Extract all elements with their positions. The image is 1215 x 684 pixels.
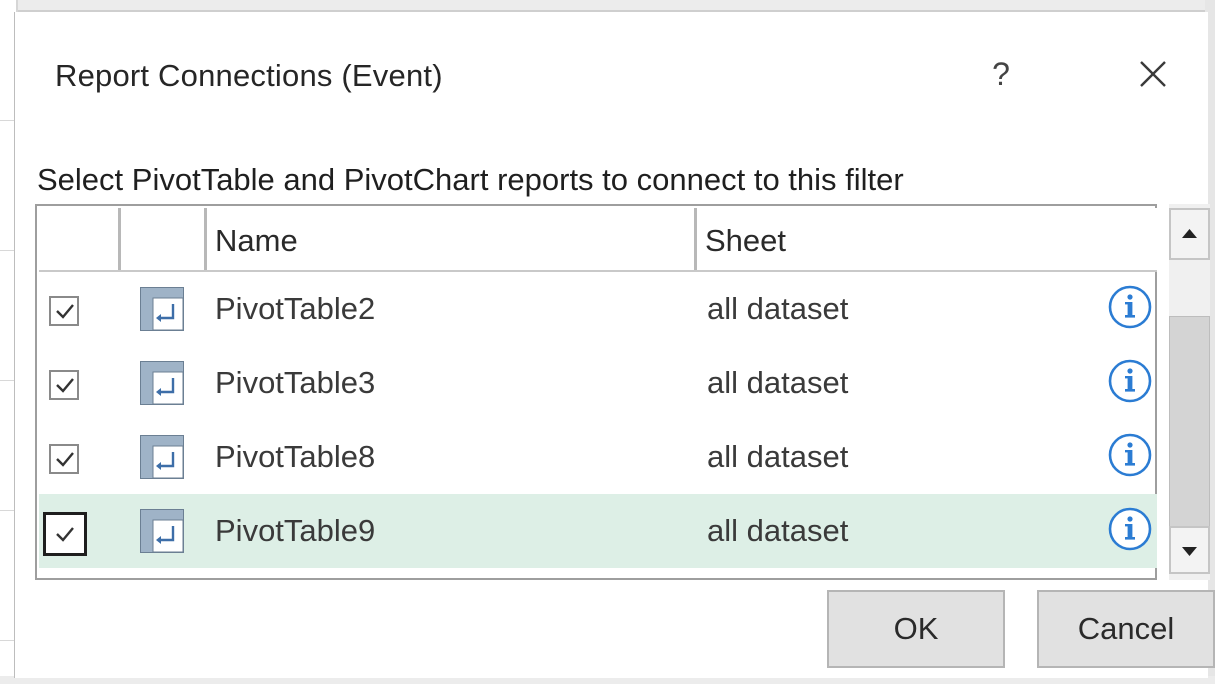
cancel-button[interactable]: Cancel [1037,590,1215,668]
pivot-name: PivotTable9 [215,513,376,548]
close-button[interactable] [1133,54,1173,94]
checkmark-icon [56,304,74,319]
header-sheet[interactable]: Sheet [697,208,1151,270]
info-icon[interactable] [1107,506,1153,552]
ok-button[interactable]: OK [827,590,1005,668]
checkmark-icon [56,378,74,393]
info-icon[interactable] [1107,432,1153,478]
list-header: Name Sheet [39,208,1157,272]
pivot-name: PivotTable8 [215,439,376,474]
row-gridline [0,120,14,121]
info-icon[interactable] [1107,284,1153,330]
checkmark-icon [56,452,74,467]
checkmark-icon [56,527,74,542]
list-item-pivottable3[interactable]: PivotTable3 all dataset [39,346,1157,420]
vertical-scrollbar[interactable] [1169,204,1210,580]
pivot-sheet: all dataset [707,513,849,548]
row-gridline [0,640,14,641]
header-checkbox-column[interactable] [39,208,121,270]
pivot-table-icon [140,361,184,405]
pivot-name: PivotTable3 [215,365,376,400]
row-gridline [0,380,14,381]
row-gridline [0,510,14,511]
scroll-thumb[interactable] [1169,316,1210,528]
list-item-pivottable8[interactable]: PivotTable8 all dataset [39,420,1157,494]
help-button[interactable]: ? [983,54,1019,94]
connect-checkbox[interactable] [49,370,79,400]
connect-checkbox[interactable] [49,296,79,326]
screen: Report Connections (Event) ? Select Pivo… [0,0,1215,684]
scroll-down-button[interactable] [1169,526,1210,574]
dialog-title: Report Connections (Event) [55,58,443,93]
pivot-name: PivotTable2 [215,291,376,326]
spreadsheet-background-top [0,0,1215,12]
scroll-up-button[interactable] [1169,208,1210,260]
list-item-pivottable2[interactable]: PivotTable2 all dataset [39,272,1157,346]
pivot-table-icon [140,435,184,479]
list-item-pivottable9[interactable]: PivotTable9 all dataset [39,494,1157,568]
close-icon [1140,61,1166,87]
pivot-table-icon [140,509,184,553]
pivot-table-icon [140,287,184,331]
connect-checkbox[interactable] [49,444,79,474]
info-icon[interactable] [1107,358,1153,404]
connect-checkbox[interactable] [43,512,87,556]
pivot-sheet: all dataset [707,439,849,474]
pivot-sheet: all dataset [707,365,849,400]
header-name[interactable]: Name [207,208,697,270]
list-frame: Name Sheet PivotTable2 all dataset Pivot… [35,204,1157,580]
pivot-sheet: all dataset [707,291,849,326]
pivot-report-list: Name Sheet PivotTable2 all dataset Pivot… [35,204,1210,580]
arrow-up-icon [1182,229,1197,238]
row-gridline [0,250,14,251]
instruction-text: Select PivotTable and PivotChart reports… [37,162,904,197]
arrow-down-icon [1182,547,1197,556]
header-icon-column[interactable] [121,208,207,270]
report-connections-dialog: Report Connections (Event) ? Select Pivo… [14,12,1215,678]
